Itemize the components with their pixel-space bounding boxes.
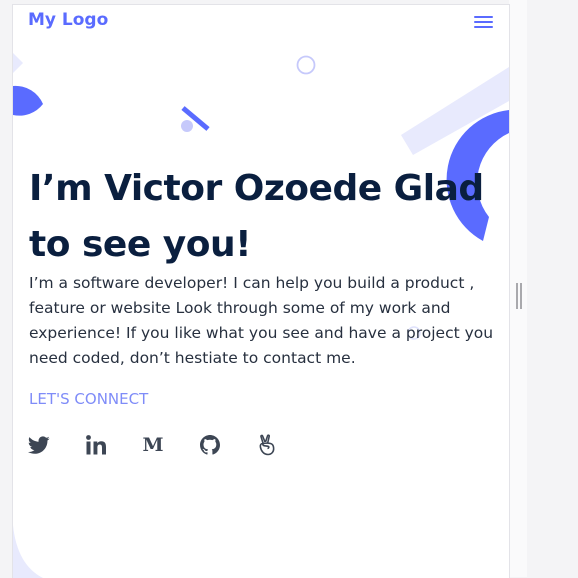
deco-dot bbox=[181, 120, 193, 132]
deco-bottom-curve bbox=[13, 525, 43, 578]
linkedin-icon[interactable] bbox=[84, 433, 108, 457]
deco-ring-small bbox=[296, 55, 316, 75]
mobile-viewport: My Logo I’m Victor Ozoede Glad to see yo… bbox=[12, 4, 510, 578]
hero-title-line-1: I’m Victor Ozoede Glad bbox=[29, 168, 484, 209]
twitter-icon[interactable] bbox=[27, 433, 51, 457]
lets-connect-link[interactable]: LET'S CONNECT bbox=[29, 390, 148, 408]
viewport-resize-handle[interactable] bbox=[516, 283, 522, 309]
deco-corner-triangle bbox=[13, 53, 23, 73]
hero-title: I’m Victor Ozoede Glad to see you! bbox=[29, 161, 509, 273]
navbar: My Logo bbox=[13, 5, 509, 41]
site-logo[interactable]: My Logo bbox=[28, 10, 108, 30]
medium-glyph: M bbox=[142, 434, 164, 456]
medium-icon[interactable]: M bbox=[141, 433, 165, 457]
angellist-icon[interactable] bbox=[255, 433, 279, 457]
social-links: M bbox=[27, 433, 312, 457]
hero-description: I’m a software developer! I can help you… bbox=[29, 274, 494, 367]
github-icon[interactable] bbox=[198, 433, 222, 457]
hero-title-line-2: to see you! bbox=[29, 224, 252, 265]
hamburger-menu-icon[interactable] bbox=[474, 16, 493, 30]
deco-half-circle bbox=[13, 85, 43, 116]
